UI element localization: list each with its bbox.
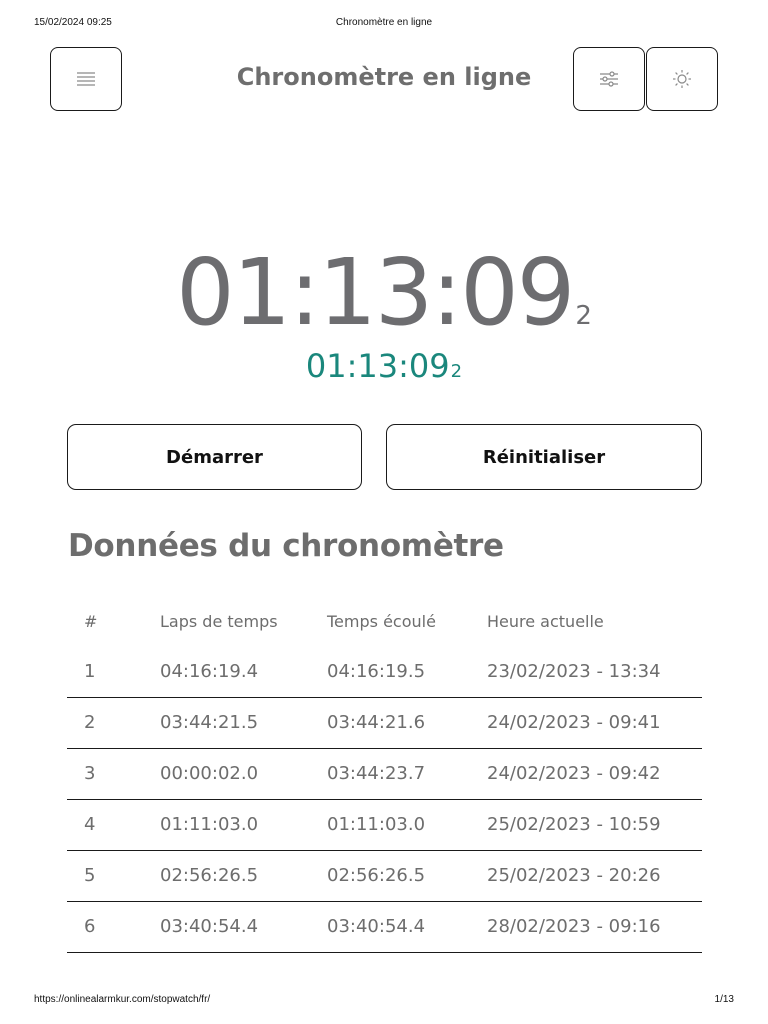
- cell-lap: 02:56:26.5: [160, 850, 327, 902]
- reset-button[interactable]: Réinitialiser: [386, 424, 702, 490]
- section-title: Données du chronomètre: [68, 528, 504, 564]
- cell-current-time: 25/02/2023 - 10:59: [487, 799, 702, 851]
- cell-elapsed: 01:11:03.0: [327, 799, 487, 851]
- cell-current-time: 25/02/2023 - 20:26: [487, 850, 702, 902]
- cell-lap: 00:00:02.0: [160, 748, 327, 800]
- print-title: Chronomètre en ligne: [335, 17, 433, 28]
- cell-elapsed: 04:16:19.5: [327, 646, 487, 698]
- cell-number: 3: [67, 748, 160, 800]
- print-page-number: 1/13: [714, 994, 734, 1005]
- table-row: 1 04:16:19.4 04:16:19.5 23/02/2023 - 13:…: [67, 646, 702, 698]
- print-header: 15/02/2024 09:25 Chronomètre en ligne: [0, 17, 768, 31]
- cell-lap: 03:40:54.4: [160, 901, 327, 953]
- cell-elapsed: 03:44:23.7: [327, 748, 487, 800]
- cell-current-time: 24/02/2023 - 09:42: [487, 748, 702, 800]
- column-header-current-time: Heure actuelle: [487, 612, 604, 631]
- cell-current-time: 23/02/2023 - 13:34: [487, 646, 702, 698]
- laps-table: # Laps de temps Temps écoulé Heure actue…: [67, 598, 702, 953]
- sun-icon: [672, 69, 692, 89]
- table-row: 5 02:56:26.5 02:56:26.5 25/02/2023 - 20:…: [67, 850, 702, 902]
- cell-lap: 03:44:21.5: [160, 697, 327, 749]
- cell-number: 1: [67, 646, 160, 698]
- sub-time-display: 01:13:092: [0, 350, 768, 382]
- table-row: 2 03:44:21.5 03:44:21.6 24/02/2023 - 09:…: [67, 697, 702, 749]
- start-button[interactable]: Démarrer: [67, 424, 362, 490]
- table-header-row: # Laps de temps Temps écoulé Heure actue…: [67, 598, 702, 646]
- main-time-value: 01:13:09: [176, 239, 575, 346]
- table-row: 4 01:11:03.0 01:11:03.0 25/02/2023 - 10:…: [67, 799, 702, 851]
- cell-number: 6: [67, 901, 160, 953]
- cell-current-time: 24/02/2023 - 09:41: [487, 697, 702, 749]
- column-header-number: #: [84, 612, 98, 631]
- main-time-display: 01:13:092: [0, 247, 768, 339]
- print-footer: https://onlinealarmkur.com/stopwatch/fr/…: [0, 994, 768, 1008]
- table-row: 3 00:00:02.0 03:44:23.7 24/02/2023 - 09:…: [67, 748, 702, 800]
- sub-time-value: 01:13:09: [305, 347, 450, 385]
- settings-button[interactable]: [573, 47, 645, 111]
- cell-elapsed: 02:56:26.5: [327, 850, 487, 902]
- cell-lap: 01:11:03.0: [160, 799, 327, 851]
- cell-lap: 04:16:19.4: [160, 646, 327, 698]
- cell-current-time: 28/02/2023 - 09:16: [487, 901, 702, 953]
- sliders-icon: [599, 71, 619, 87]
- print-url: https://onlinealarmkur.com/stopwatch/fr/: [34, 994, 211, 1005]
- cell-elapsed: 03:44:21.6: [327, 697, 487, 749]
- sub-time-tenth: 2: [450, 361, 463, 382]
- table-row: 6 03:40:54.4 03:40:54.4 28/02/2023 - 09:…: [67, 901, 702, 953]
- column-header-lap: Laps de temps: [160, 612, 278, 631]
- cell-elapsed: 03:40:54.4: [327, 901, 487, 953]
- theme-toggle-button[interactable]: [646, 47, 718, 111]
- cell-number: 4: [67, 799, 160, 851]
- cell-number: 5: [67, 850, 160, 902]
- main-time-tenth: 2: [575, 301, 592, 331]
- column-header-elapsed: Temps écoulé: [327, 612, 436, 631]
- cell-number: 2: [67, 697, 160, 749]
